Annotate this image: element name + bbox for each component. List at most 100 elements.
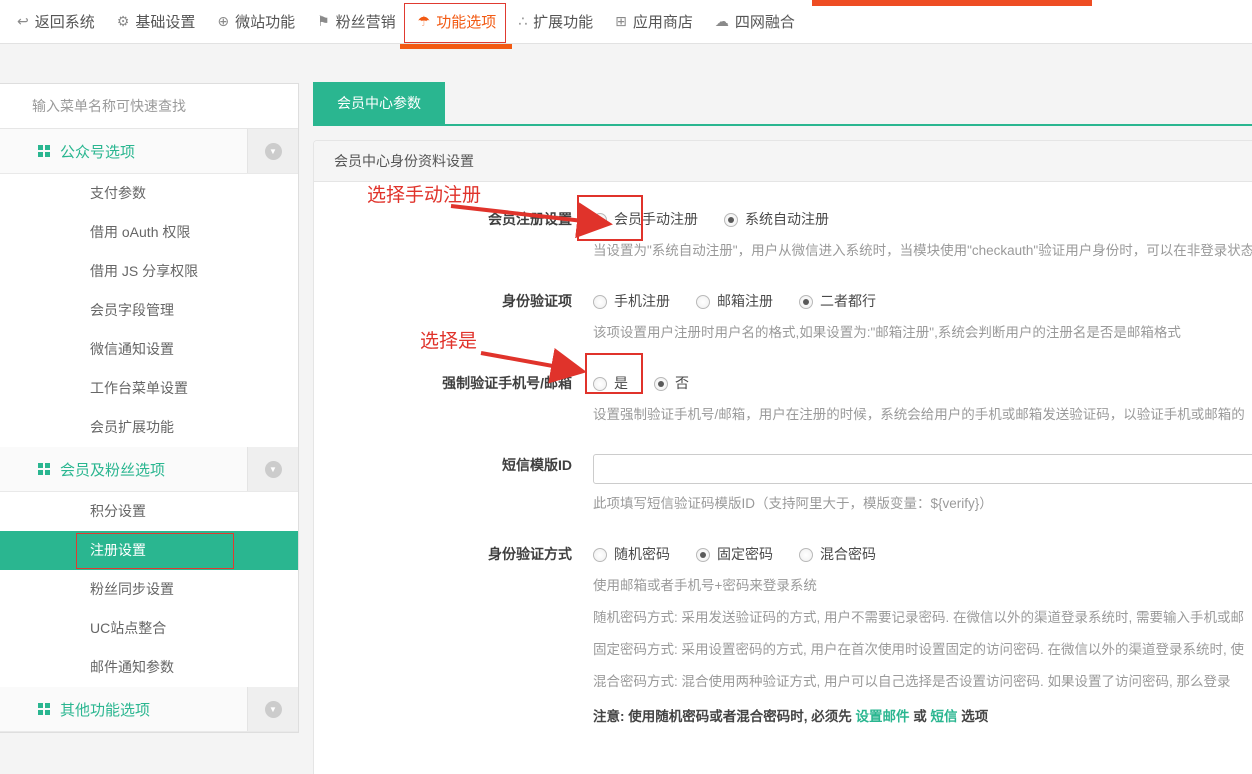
top-nav: ↩返回系统⚙基础设置 ⊕ 微站功能 ⚑粉丝营销☂功能选项∴扩展功能 ⊞ 应用商店 ☁ 四网融合 xyxy=(0,0,1252,44)
radio-option-固定密码[interactable]: 固定密码 xyxy=(696,543,773,566)
radio-group: 会员手动注册 系统自动注册 xyxy=(593,208,1252,231)
nav-item-4[interactable]: ⚑粉丝营销 xyxy=(306,0,407,44)
nav-item-1[interactable]: ↩返回系统 xyxy=(6,0,106,44)
radio-option-是[interactable]: 是 xyxy=(593,372,628,395)
nav-item-8[interactable]: ☁ 四网融合 xyxy=(704,0,806,44)
note-text: 注意: 使用随机密码或者混合密码时, 必须先 设置邮件 或 短信 选项 xyxy=(593,705,1252,725)
radio-label: 二者都行 xyxy=(820,293,876,309)
help-text: 随机密码方式: 采用发送验证码的方式, 用户不需要记录密码. 在微信以外的渠道登… xyxy=(593,608,1252,627)
radio-label: 手机注册 xyxy=(614,293,670,309)
sidebar-item-UC站点整合[interactable]: UC站点整合 xyxy=(0,609,298,648)
field-control: 会员手动注册 系统自动注册当设置为"系统自动注册"，用户从微信进入系统时，当模块使… xyxy=(586,208,1252,260)
sidebar-item-支付参数[interactable]: 支付参数 xyxy=(0,174,298,213)
radio-icon[interactable] xyxy=(696,295,710,309)
sidebar-item-工作台菜单设置[interactable]: 工作台菜单设置 xyxy=(0,369,298,408)
sidebar-search xyxy=(0,84,298,129)
radio-icon[interactable] xyxy=(799,295,813,309)
nav-item-label: 扩展功能 xyxy=(533,11,593,32)
section-collapse-button[interactable]: ▼ xyxy=(247,447,298,491)
menu-search-input[interactable] xyxy=(0,83,298,129)
radio-option-系统自动注册[interactable]: 系统自动注册 xyxy=(724,208,829,231)
radio-group: 手机注册 邮箱注册 二者都行 xyxy=(593,290,1252,313)
sidebar-section-header-1[interactable]: 公众号选项 ▼ xyxy=(0,129,298,174)
field-label: 身份验证项 xyxy=(314,290,586,342)
sidebar-section-header-3[interactable]: 其他功能选项▼ xyxy=(0,687,298,732)
radio-icon[interactable] xyxy=(799,548,813,562)
tab-member-center-params[interactable]: 会员中心参数 xyxy=(313,82,445,124)
nav-item-label: 微站功能 xyxy=(235,11,295,32)
radio-option-否[interactable]: 否 xyxy=(654,372,689,395)
radio-icon[interactable] xyxy=(593,213,607,227)
section-collapse-button[interactable]: ▼ xyxy=(247,687,298,731)
radio-group: 随机密码 固定密码 混合密码 xyxy=(593,543,1252,566)
sidebar-section-header-2[interactable]: 会员及粉丝选项 ▼ xyxy=(0,447,298,492)
settings-panel: 会员中心身份资料设置 会员注册设置会员手动注册系统自动注册当设置为"系统自动注册… xyxy=(313,140,1252,774)
chevron-down-icon: ▼ xyxy=(265,461,282,478)
cart-icon: ⊞ xyxy=(615,13,627,30)
radio-icon[interactable] xyxy=(696,548,710,562)
sidebar-item-微信通知设置[interactable]: 微信通知设置 xyxy=(0,330,298,369)
help-text: 此项填写短信验证码模版ID（支持阿里大于，模版变量：${verify}） xyxy=(593,494,1252,513)
tab-bar: 会员中心参数 xyxy=(313,82,1252,126)
sidebar-item-会员字段管理[interactable]: 会员字段管理 xyxy=(0,291,298,330)
nav-item-label: 四网融合 xyxy=(735,11,795,32)
cloud-icon: ☁ xyxy=(715,13,729,30)
sidebar-section-title: 会员及粉丝选项 xyxy=(60,459,165,480)
radio-icon[interactable] xyxy=(724,213,738,227)
help-text: 固定密码方式: 采用设置密码的方式, 用户在首次使用时设置固定的访问密码. 在微… xyxy=(593,640,1252,659)
grid-icon xyxy=(38,463,50,475)
sidebar-sections: 公众号选项▼支付参数借用 oAuth 权限借用 JS 分享权限会员字段管理微信通… xyxy=(0,129,298,732)
radio-option-随机密码[interactable]: 随机密码 xyxy=(593,543,670,566)
radio-option-混合密码[interactable]: 混合密码 xyxy=(799,543,876,566)
nav-item-7[interactable]: ⊞ 应用商店 xyxy=(604,0,704,44)
nav-item-6[interactable]: ∴扩展功能 xyxy=(507,0,604,44)
sidebar-section-title-area: 会员及粉丝选项 xyxy=(0,459,247,480)
sidebar-item-注册设置[interactable]: 注册设置 xyxy=(0,531,298,570)
panel-title: 会员中心身份资料设置 xyxy=(314,141,1252,182)
help-text: 当设置为"系统自动注册"，用户从微信进入系统时，当模块使用"checkauth"… xyxy=(593,241,1252,260)
nav-item-label: 粉丝营销 xyxy=(336,11,396,32)
radio-label: 混合密码 xyxy=(820,546,876,562)
sidebar-item-会员扩展功能[interactable]: 会员扩展功能 xyxy=(0,408,298,447)
radio-option-会员手动注册[interactable]: 会员手动注册 xyxy=(593,208,698,231)
field-label: 强制验证手机号/邮箱 xyxy=(314,372,586,424)
annotation-orange-bar xyxy=(812,0,1092,6)
radio-option-手机注册[interactable]: 手机注册 xyxy=(593,290,670,313)
sidebar-item-借用 JS 分享权限[interactable]: 借用 JS 分享权限 xyxy=(0,252,298,291)
nav-item-label: 应用商店 xyxy=(633,11,693,32)
link-设置邮件[interactable]: 设置邮件 xyxy=(856,709,910,724)
radio-label: 固定密码 xyxy=(717,546,773,562)
sidebar: 公众号选项▼支付参数借用 oAuth 权限借用 JS 分享权限会员字段管理微信通… xyxy=(0,83,299,733)
sidebar-section-title: 公众号选项 xyxy=(60,141,135,162)
sidebar-item-粉丝同步设置[interactable]: 粉丝同步设置 xyxy=(0,570,298,609)
note-segment: 注意: 使用随机密码或者混合密码时, 必须先 xyxy=(593,709,856,724)
radio-label: 系统自动注册 xyxy=(745,211,829,227)
sms-template-id-input[interactable] xyxy=(593,454,1252,484)
sidebar-item-积分设置[interactable]: 积分设置 xyxy=(0,492,298,531)
nav-item-2[interactable]: ⚙基础设置 xyxy=(106,0,207,44)
nav-item-3[interactable]: ⊕ 微站功能 xyxy=(206,0,306,44)
active-nav-underline xyxy=(400,44,512,49)
field-control: 是否设置强制验证手机号/邮箱，用户在注册的时候，系统会给用户的手机或邮箱发送验证… xyxy=(586,372,1252,424)
help-text: 该项设置用户注册时用户名的格式,如果设置为:"邮箱注册",系统会判断用户的注册名… xyxy=(593,323,1252,342)
umbrella-icon: ☂ xyxy=(418,13,431,30)
nav-item-5[interactable]: ☂功能选项 xyxy=(407,0,508,44)
radio-label: 会员手动注册 xyxy=(614,211,698,227)
sidebar-item-借用 oAuth 权限[interactable]: 借用 oAuth 权限 xyxy=(0,213,298,252)
radio-icon[interactable] xyxy=(593,548,607,562)
radio-option-邮箱注册[interactable]: 邮箱注册 xyxy=(696,290,773,313)
sidebar-item-邮件通知参数[interactable]: 邮件通知参数 xyxy=(0,648,298,687)
radio-icon[interactable] xyxy=(593,295,607,309)
radio-icon[interactable] xyxy=(593,377,607,391)
gear-icon: ⚙ xyxy=(117,13,130,30)
radio-option-二者都行[interactable]: 二者都行 xyxy=(799,290,876,313)
section-collapse-button[interactable]: ▼ xyxy=(247,129,298,173)
help-text: 使用邮箱或者手机号+密码来登录系统 xyxy=(593,576,1252,595)
form-row-5: 身份验证方式随机密码固定密码混合密码使用邮箱或者手机号+密码来登录系统随机密码方… xyxy=(314,543,1252,725)
form-row-3: 强制验证手机号/邮箱是否设置强制验证手机号/邮箱，用户在注册的时候，系统会给用户… xyxy=(314,372,1252,424)
note-segment: 选项 xyxy=(958,709,989,724)
radio-label: 是 xyxy=(614,375,628,391)
globe-icon: ⊕ xyxy=(217,13,229,30)
link-短信[interactable]: 短信 xyxy=(931,709,958,724)
radio-icon[interactable] xyxy=(654,377,668,391)
